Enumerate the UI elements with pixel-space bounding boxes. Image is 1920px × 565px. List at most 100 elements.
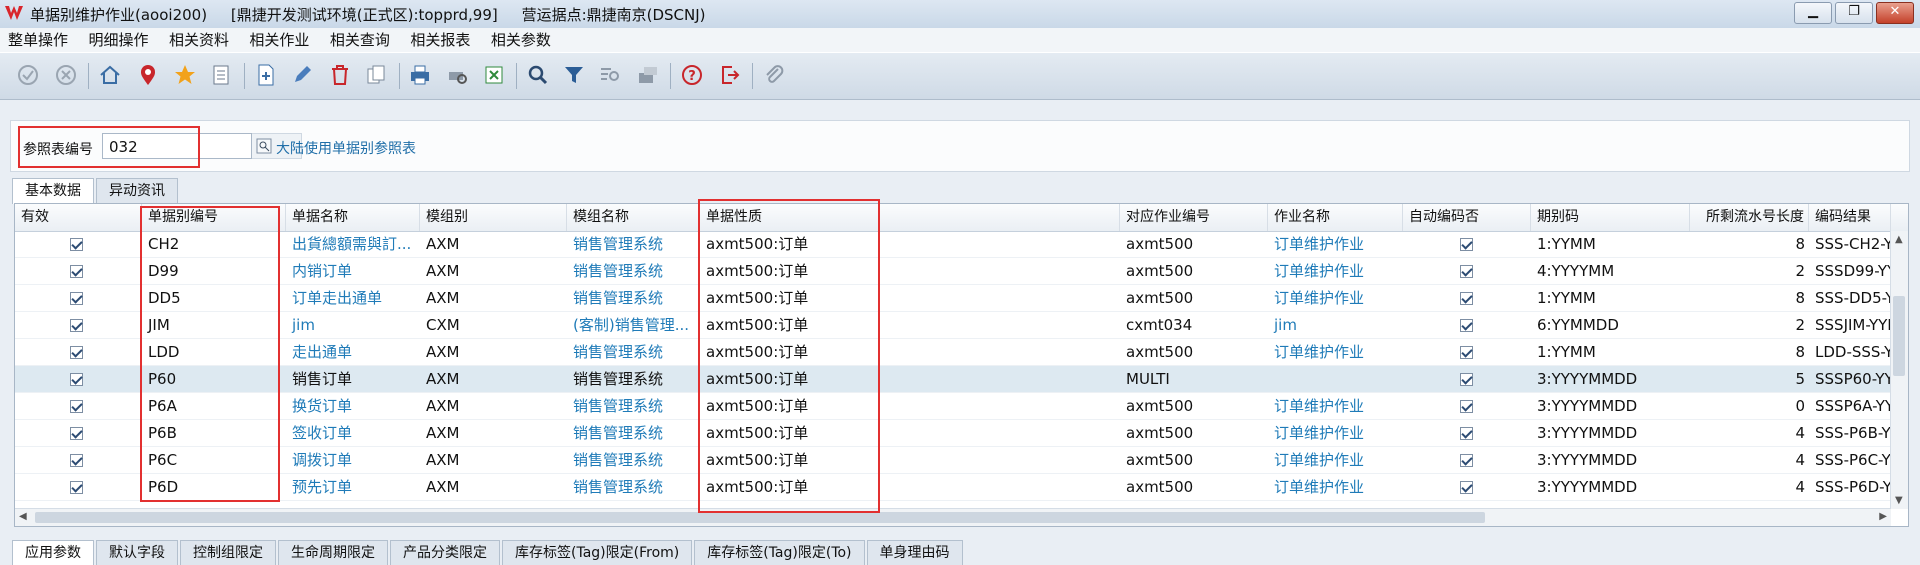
doc-nature-cell[interactable]: axmt500:订单 (700, 285, 1120, 312)
valid-checkbox[interactable] (70, 346, 83, 359)
column-header-auto-numbering[interactable]: 自动编码否 (1403, 204, 1531, 231)
tab-tag-limit-from[interactable]: 库存标签(Tag)限定(From) (502, 540, 693, 565)
doc-code-cell[interactable]: P60 (142, 366, 286, 393)
remaining-length-cell[interactable]: 2 (1690, 258, 1809, 285)
doc-nature-cell[interactable]: axmt500:订单 (700, 393, 1120, 420)
numbering-result-cell[interactable]: SSSP60-YYY (1809, 366, 1891, 393)
auto-numbering-checkbox[interactable] (1460, 427, 1473, 440)
period-code-cell[interactable]: 1:YYMM (1531, 285, 1690, 312)
tab-basic-data[interactable]: 基本数据 (12, 178, 94, 204)
delete-trash-icon[interactable] (326, 61, 354, 89)
numbering-result-cell[interactable]: SSS-CH2-YYY (1809, 231, 1891, 258)
doc-nature-cell[interactable]: axmt500:订单 (700, 258, 1120, 285)
numbering-result-cell[interactable]: SSS-P6C-YYY (1809, 447, 1891, 474)
remaining-length-cell[interactable]: 4 (1690, 447, 1809, 474)
doc-name-cell[interactable]: 签收订单 (286, 420, 420, 447)
tab-application-params[interactable]: 应用参数 (12, 540, 94, 565)
doc-code-cell[interactable]: DD5 (142, 285, 286, 312)
period-code-cell[interactable]: 3:YYYYMMDD (1531, 420, 1690, 447)
module-cell[interactable]: AXM (420, 420, 567, 447)
export-excel-icon[interactable] (480, 61, 508, 89)
auto-numbering-checkbox[interactable] (1460, 481, 1473, 494)
period-code-cell[interactable]: 3:YYYYMMDD (1531, 474, 1690, 501)
remaining-length-cell[interactable]: 8 (1690, 285, 1809, 312)
remaining-length-cell[interactable]: 0 (1690, 393, 1809, 420)
table-row[interactable]: P60 销售订单 AXM 销售管理系统 axmt500:订单 MULTI 3:YYYYMMD… (15, 366, 1908, 393)
module-cell[interactable]: AXM (420, 258, 567, 285)
remaining-length-cell[interactable]: 8 (1690, 231, 1809, 258)
program-name-cell[interactable]: 订单维护作业 (1268, 339, 1403, 366)
doc-name-cell[interactable]: 换货订单 (286, 393, 420, 420)
table-row[interactable]: CH2 出貨總額需與訂... AXM 销售管理系统 axmt500:订单 axmt500 订… (15, 231, 1908, 258)
doc-nature-cell[interactable]: axmt500:订单 (700, 312, 1120, 339)
tab-control-group-limit[interactable]: 控制组限定 (180, 540, 276, 565)
vertical-scrollbar[interactable]: ▲ ▼ (1890, 231, 1908, 509)
module-name-cell[interactable]: 销售管理系统 (567, 339, 700, 366)
doc-name-cell[interactable]: jim (286, 312, 420, 339)
tab-lifecycle-limit[interactable]: 生命周期限定 (278, 540, 388, 565)
auto-numbering-checkbox[interactable] (1460, 400, 1473, 413)
program-name-cell[interactable]: 订单维护作业 (1268, 447, 1403, 474)
numbering-result-cell[interactable]: LDD-SSS-YYY (1809, 339, 1891, 366)
remaining-length-cell[interactable]: 4 (1690, 474, 1809, 501)
doc-code-cell[interactable]: P6D (142, 474, 286, 501)
restore-button[interactable]: ❐ (1835, 2, 1873, 24)
program-name-cell[interactable]: 订单维护作业 (1268, 285, 1403, 312)
doc-nature-cell[interactable]: axmt500:订单 (700, 447, 1120, 474)
doc-code-cell[interactable]: P6C (142, 447, 286, 474)
cancel-icon[interactable] (52, 61, 80, 89)
program-name-cell[interactable]: jim (1268, 312, 1403, 339)
module-name-cell[interactable]: 销售管理系统 (567, 393, 700, 420)
doc-code-cell[interactable]: LDD (142, 339, 286, 366)
program-name-cell[interactable]: 订单维护作业 (1268, 393, 1403, 420)
advanced-query-icon[interactable] (596, 61, 624, 89)
module-cell[interactable]: AXM (420, 339, 567, 366)
attachment-icon[interactable] (760, 61, 788, 89)
module-name-cell[interactable]: 销售管理系统 (567, 447, 700, 474)
numbering-result-cell[interactable]: SSSP6A-YYY (1809, 393, 1891, 420)
column-header-numbering-result[interactable]: 编码结果 (1809, 204, 1891, 231)
period-code-cell[interactable]: 3:YYYYMMDD (1531, 366, 1690, 393)
program-name-cell[interactable]: 订单维护作业 (1268, 420, 1403, 447)
auto-numbering-checkbox[interactable] (1460, 454, 1473, 467)
program-name-cell[interactable]: 订单维护作业 (1268, 231, 1403, 258)
tab-change-info[interactable]: 异动资讯 (96, 178, 178, 203)
doc-name-cell[interactable]: 调拨订单 (286, 447, 420, 474)
batch-icon[interactable] (634, 61, 662, 89)
program-name-cell[interactable]: 订单维护作业 (1268, 474, 1403, 501)
period-code-cell[interactable]: 3:YYYYMMDD (1531, 447, 1690, 474)
doc-name-cell[interactable]: 订单走出通单 (286, 285, 420, 312)
filter-icon[interactable] (560, 61, 588, 89)
column-header-valid[interactable]: 有效 (15, 204, 142, 231)
help-icon[interactable]: ? (678, 61, 706, 89)
table-row[interactable]: LDD 走出通单 AXM 销售管理系统 axmt500:订单 axmt500 订单维护作业 1… (15, 339, 1908, 366)
module-cell[interactable]: AXM (420, 474, 567, 501)
valid-checkbox[interactable] (70, 454, 83, 467)
auto-numbering-checkbox[interactable] (1460, 373, 1473, 386)
remaining-length-cell[interactable]: 8 (1690, 339, 1809, 366)
program-code-cell[interactable]: axmt500 (1120, 420, 1268, 447)
star-icon[interactable] (171, 61, 199, 89)
auto-numbering-checkbox[interactable] (1460, 319, 1473, 332)
scroll-up-icon[interactable]: ▲ (1895, 234, 1903, 245)
module-cell[interactable]: AXM (420, 393, 567, 420)
doc-nature-cell[interactable]: axmt500:订单 (700, 231, 1120, 258)
horizontal-scroll-thumb[interactable] (35, 512, 1485, 523)
doc-code-cell[interactable]: JIM (142, 312, 286, 339)
numbering-result-cell[interactable]: SSSJIM-YYM (1809, 312, 1891, 339)
program-code-cell[interactable]: axmt500 (1120, 339, 1268, 366)
menu-related-jobs[interactable]: 相关作业 (241, 28, 317, 52)
module-cell[interactable]: AXM (420, 366, 567, 393)
table-row[interactable]: D99 内销订单 AXM 销售管理系统 axmt500:订单 axmt500 订单维护作业 4… (15, 258, 1908, 285)
valid-checkbox[interactable] (70, 373, 83, 386)
close-button[interactable]: ✕ (1876, 2, 1914, 24)
module-name-cell[interactable]: 销售管理系统 (567, 258, 700, 285)
table-row[interactable]: P6A 换货订单 AXM 销售管理系统 axmt500:订单 axmt500 订单维护作业 3… (15, 393, 1908, 420)
auto-numbering-checkbox[interactable] (1460, 265, 1473, 278)
column-header-doc-code[interactable]: 单据别编号 (142, 204, 286, 231)
program-code-cell[interactable]: cxmt034 (1120, 312, 1268, 339)
doc-name-cell[interactable]: 预先订单 (286, 474, 420, 501)
module-name-cell[interactable]: 销售管理系统 (567, 420, 700, 447)
table-row[interactable]: DD5 订单走出通单 AXM 销售管理系统 axmt500:订单 axmt500 订单维护作… (15, 285, 1908, 312)
tab-reason-code[interactable]: 单身理由码 (866, 540, 963, 565)
